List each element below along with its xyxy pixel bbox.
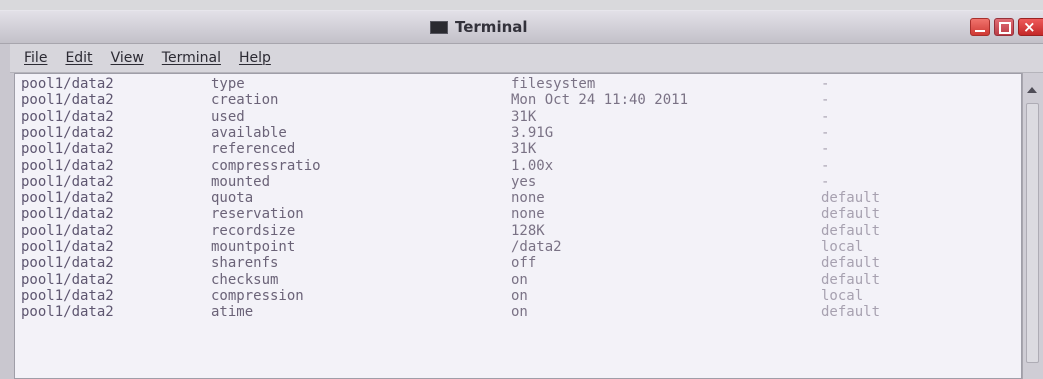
property-name: mountpoint [211, 239, 296, 255]
property-source: default [821, 206, 881, 223]
property-name: atime [211, 304, 254, 321]
property-name: mounted [211, 173, 271, 190]
property-source: local [821, 287, 864, 304]
property-value: on [511, 304, 528, 321]
property-source: default [821, 304, 881, 321]
dataset-name: pool1/data2 [21, 304, 114, 321]
menu-edit[interactable]: Edit [65, 50, 92, 66]
title-wrap: Terminal [430, 17, 528, 37]
property-value: 31K [511, 108, 537, 125]
property-name: checksum [211, 271, 279, 288]
property-value: 1.00x [511, 157, 554, 174]
window-title: Terminal [455, 18, 528, 36]
property-value: none [511, 190, 545, 207]
property-value: 31K [511, 141, 537, 158]
property-name: type [211, 76, 245, 92]
property-source: default [821, 255, 881, 272]
property-name: recordsize [211, 222, 296, 239]
menu-terminal[interactable]: Terminal [162, 50, 221, 66]
property-name: available [211, 124, 287, 141]
property-source: default [821, 222, 881, 239]
dataset-name: pool1/data2 [21, 92, 114, 109]
property-name: quota [211, 190, 254, 207]
property-source: - [821, 141, 830, 158]
property-value: Mon Oct 24 11:40 2011 [511, 92, 689, 109]
minimize-button[interactable] [970, 18, 990, 36]
property-source: - [821, 92, 830, 109]
scroll-up-arrow-icon[interactable] [1027, 87, 1037, 93]
property-name: compressratio [211, 157, 321, 174]
menu-file[interactable]: File [24, 50, 47, 66]
dataset-name: pool1/data2 [21, 157, 114, 174]
dataset-name: pool1/data2 [21, 190, 114, 207]
dataset-name: pool1/data2 [21, 271, 114, 288]
property-source: - [821, 157, 830, 174]
property-value: /data2 [511, 239, 562, 255]
property-name: compression [211, 287, 304, 304]
menu-bar: File Edit View Terminal Help [10, 44, 1043, 73]
property-value: 128K [511, 222, 545, 239]
dataset-name: pool1/data2 [21, 239, 114, 255]
property-name: creation [211, 92, 279, 109]
terminal-window: Terminal × File Edit View Terminal Help … [0, 10, 1043, 379]
property-value: filesystem [511, 76, 596, 92]
property-value: 3.91G [511, 124, 554, 141]
dataset-name: pool1/data2 [21, 108, 114, 125]
property-source: local [821, 239, 864, 255]
property-name: used [211, 108, 245, 125]
property-source: - [821, 173, 830, 190]
dataset-name: pool1/data2 [21, 255, 114, 272]
vertical-scrollbar[interactable] [1022, 73, 1043, 379]
dataset-name: pool1/data2 [21, 222, 114, 239]
terminal-output[interactable]: pool1/data2 type filesystem - pool1/data2 cre… [14, 73, 1022, 379]
property-name: sharenfs [211, 255, 279, 272]
property-value: off [511, 255, 537, 272]
scrollbar-thumb[interactable] [1026, 103, 1039, 363]
property-source: default [821, 190, 881, 207]
dataset-name: pool1/data2 [21, 206, 114, 223]
title-bar[interactable]: Terminal × [0, 11, 1043, 44]
dataset-name: pool1/data2 [21, 287, 114, 304]
property-value: yes [511, 173, 537, 190]
maximize-button[interactable] [994, 18, 1014, 36]
property-value: on [511, 271, 528, 288]
terminal-icon [430, 20, 448, 34]
property-source: - [821, 108, 830, 125]
property-name: reservation [211, 206, 304, 223]
property-source: - [821, 76, 830, 92]
dataset-name: pool1/data2 [21, 173, 114, 190]
property-source: default [821, 271, 881, 288]
property-source: - [821, 124, 830, 141]
property-value: none [511, 206, 545, 223]
property-value: on [511, 287, 528, 304]
close-button[interactable]: × [1018, 18, 1043, 36]
menu-help[interactable]: Help [239, 50, 271, 66]
dataset-name: pool1/data2 [21, 76, 114, 92]
dataset-name: pool1/data2 [21, 141, 114, 158]
dataset-name: pool1/data2 [21, 124, 114, 141]
menu-view[interactable]: View [111, 50, 144, 66]
property-name: referenced [211, 141, 296, 158]
